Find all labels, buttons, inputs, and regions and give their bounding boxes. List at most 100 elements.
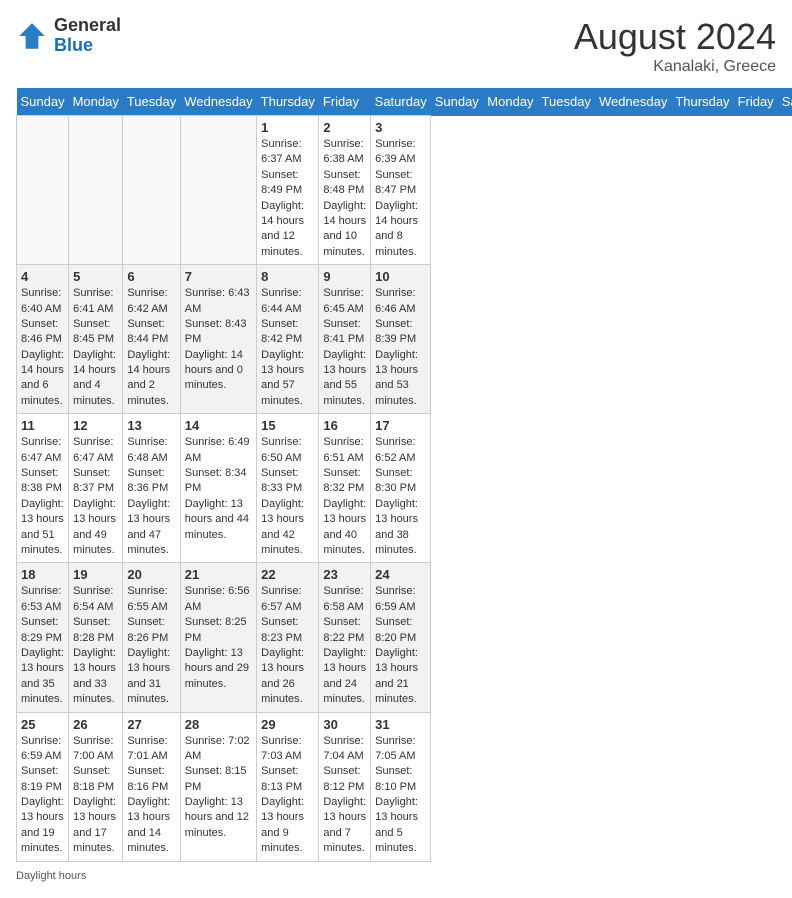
calendar-cell: 20 Sunrise: 6:55 AMSunset: 8:26 PMDayligh… [123, 563, 180, 712]
calendar-cell: 23 Sunrise: 6:58 AMSunset: 8:22 PMDayligh… [319, 563, 371, 712]
calendar-cell: 9 Sunrise: 6:45 AMSunset: 8:41 PMDaylight… [319, 265, 371, 414]
day-info: Sunrise: 6:57 AMSunset: 8:23 PMDaylight:… [261, 584, 314, 707]
calendar-cell: 15 Sunrise: 6:50 AMSunset: 8:33 PMDayligh… [257, 414, 319, 563]
calendar-cell: 6Sunrise: 6:42 AMSunset: 8:44 PMDaylight… [123, 265, 180, 414]
calendar-day-header: Saturday [371, 88, 431, 116]
calendar-cell: 14 Sunrise: 6:49 AMSunset: 8:34 PMDayligh… [180, 414, 256, 563]
day-number: 29 [261, 717, 314, 732]
day-number: 19 [73, 567, 118, 582]
day-info: Sunrise: 6:43 AMSunset: 8:43 PMDaylight:… [185, 286, 252, 394]
day-number: 1 [261, 120, 314, 135]
day-number: 4 [21, 269, 64, 284]
day-number: 3 [375, 120, 426, 135]
day-info: Sunrise: 6:47 AMSunset: 8:37 PMDaylight:… [73, 435, 118, 558]
calendar-cell [17, 116, 69, 265]
calendar-week-row: 18Sunrise: 6:53 AMSunset: 8:29 PMDayligh… [17, 563, 792, 712]
day-number: 28 [185, 717, 252, 732]
day-info: Sunrise: 6:55 AMSunset: 8:26 PMDaylight:… [127, 584, 175, 707]
day-info: Sunrise: 7:00 AMSunset: 8:18 PMDaylight:… [73, 734, 118, 857]
calendar-day-header: Monday [69, 88, 123, 116]
day-info: Sunrise: 6:56 AMSunset: 8:25 PMDaylight:… [185, 584, 252, 692]
calendar-cell: 21Sunrise: 6:56 AMSunset: 8:25 PMDayligh… [180, 563, 256, 712]
day-number: 5 [73, 269, 118, 284]
calendar-day-header: Tuesday [538, 88, 595, 116]
logo: General Blue [16, 16, 121, 56]
calendar-cell: 18Sunrise: 6:53 AMSunset: 8:29 PMDayligh… [17, 563, 69, 712]
day-info: Sunrise: 7:01 AMSunset: 8:16 PMDaylight:… [127, 734, 175, 857]
calendar-cell: 29Sunrise: 7:03 AMSunset: 8:13 PMDayligh… [257, 712, 319, 861]
day-number: 31 [375, 717, 426, 732]
day-number: 9 [323, 269, 366, 284]
calendar-week-row: 11 Sunrise: 6:47 AMSunset: 8:38 PMDayligh… [17, 414, 792, 563]
day-number: 8 [261, 269, 314, 284]
day-info: Sunrise: 6:58 AMSunset: 8:22 PMDaylight:… [323, 584, 366, 707]
day-number: 7 [185, 269, 252, 284]
calendar-cell: 3 Sunrise: 6:39 AMSunset: 8:47 PMDaylight… [371, 116, 431, 265]
calendar-day-header: Tuesday [123, 88, 180, 116]
day-info: Sunrise: 7:05 AMSunset: 8:10 PMDaylight:… [375, 734, 426, 857]
calendar-cell: 12Sunrise: 6:47 AMSunset: 8:37 PMDayligh… [69, 414, 123, 563]
logo-text: General Blue [54, 16, 121, 56]
calendar-cell: 27Sunrise: 7:01 AMSunset: 8:16 PMDayligh… [123, 712, 180, 861]
day-number: 26 [73, 717, 118, 732]
calendar-day-header: Wednesday [180, 88, 256, 116]
day-info: Sunrise: 6:59 AMSunset: 8:20 PMDaylight:… [375, 584, 426, 707]
calendar-day-header: Friday [734, 88, 778, 116]
day-number: 15 [261, 418, 314, 433]
calendar-cell: 28Sunrise: 7:02 AMSunset: 8:15 PMDayligh… [180, 712, 256, 861]
calendar-cell: 31 Sunrise: 7:05 AMSunset: 8:10 PMDayligh… [371, 712, 431, 861]
calendar-cell: 2Sunrise: 6:38 AMSunset: 8:48 PMDaylight… [319, 116, 371, 265]
calendar-cell: 30Sunrise: 7:04 AMSunset: 8:12 PMDayligh… [319, 712, 371, 861]
calendar-cell: 8Sunrise: 6:44 AMSunset: 8:42 PMDaylight… [257, 265, 319, 414]
day-info: Sunrise: 6:39 AMSunset: 8:47 PMDaylight:… [375, 137, 426, 260]
day-info: Sunrise: 6:41 AMSunset: 8:45 PMDaylight:… [73, 286, 118, 409]
day-number: 22 [261, 567, 314, 582]
calendar-cell: 24 Sunrise: 6:59 AMSunset: 8:20 PMDayligh… [371, 563, 431, 712]
day-number: 23 [323, 567, 366, 582]
day-info: Sunrise: 6:38 AMSunset: 8:48 PMDaylight:… [323, 137, 366, 260]
calendar-cell: 26 Sunrise: 7:00 AMSunset: 8:18 PMDayligh… [69, 712, 123, 861]
calendar-cell: 22 Sunrise: 6:57 AMSunset: 8:23 PMDayligh… [257, 563, 319, 712]
calendar-week-row: 4Sunrise: 6:40 AMSunset: 8:46 PMDaylight… [17, 265, 792, 414]
page-header: General Blue August 2024 Kanalaki, Greec… [16, 16, 776, 76]
day-info: Sunrise: 6:49 AMSunset: 8:34 PMDaylight:… [185, 435, 252, 543]
day-number: 16 [323, 418, 366, 433]
day-info: Sunrise: 6:46 AMSunset: 8:39 PMDaylight:… [375, 286, 426, 409]
day-number: 18 [21, 567, 64, 582]
day-number: 25 [21, 717, 64, 732]
location: Kanalaki, Greece [574, 58, 776, 76]
day-info: Sunrise: 6:51 AMSunset: 8:32 PMDaylight:… [323, 435, 366, 558]
day-number: 11 [21, 418, 64, 433]
calendar-cell: 10 Sunrise: 6:46 AMSunset: 8:39 PMDayligh… [371, 265, 431, 414]
calendar-cell: 13 Sunrise: 6:48 AMSunset: 8:36 PMDayligh… [123, 414, 180, 563]
title-block: August 2024 Kanalaki, Greece [574, 16, 776, 76]
day-info: Sunrise: 6:47 AMSunset: 8:38 PMDaylight:… [21, 435, 64, 558]
calendar-cell: 11 Sunrise: 6:47 AMSunset: 8:38 PMDayligh… [17, 414, 69, 563]
calendar-cell: 17Sunrise: 6:52 AMSunset: 8:30 PMDayligh… [371, 414, 431, 563]
day-number: 30 [323, 717, 366, 732]
day-info: Sunrise: 6:50 AMSunset: 8:33 PMDaylight:… [261, 435, 314, 558]
calendar-table: SundayMondayTuesdayWednesdayThursdayFrid… [16, 88, 792, 862]
day-number: 20 [127, 567, 175, 582]
calendar-cell: 1 Sunrise: 6:37 AMSunset: 8:49 PMDaylight… [257, 116, 319, 265]
month-title: August 2024 [574, 16, 776, 58]
day-info: Sunrise: 6:48 AMSunset: 8:36 PMDaylight:… [127, 435, 175, 558]
calendar-day-header: Thursday [257, 88, 319, 116]
day-number: 14 [185, 418, 252, 433]
calendar-cell [69, 116, 123, 265]
calendar-day-header: Saturday [778, 88, 792, 116]
day-number: 13 [127, 418, 175, 433]
day-info: Sunrise: 6:54 AMSunset: 8:28 PMDaylight:… [73, 584, 118, 707]
day-number: 10 [375, 269, 426, 284]
calendar-day-header: Friday [319, 88, 371, 116]
calendar-cell: 19 Sunrise: 6:54 AMSunset: 8:28 PMDayligh… [69, 563, 123, 712]
day-info: Sunrise: 6:45 AMSunset: 8:41 PMDaylight:… [323, 286, 366, 409]
day-number: 24 [375, 567, 426, 582]
calendar-day-header: Monday [483, 88, 537, 116]
calendar-cell: 5 Sunrise: 6:41 AMSunset: 8:45 PMDaylight… [69, 265, 123, 414]
footer: Daylight hours [16, 870, 776, 882]
calendar-cell: 4Sunrise: 6:40 AMSunset: 8:46 PMDaylight… [17, 265, 69, 414]
calendar-cell: 25Sunrise: 6:59 AMSunset: 8:19 PMDayligh… [17, 712, 69, 861]
day-info: Sunrise: 6:37 AMSunset: 8:49 PMDaylight:… [261, 137, 314, 260]
calendar-cell [123, 116, 180, 265]
